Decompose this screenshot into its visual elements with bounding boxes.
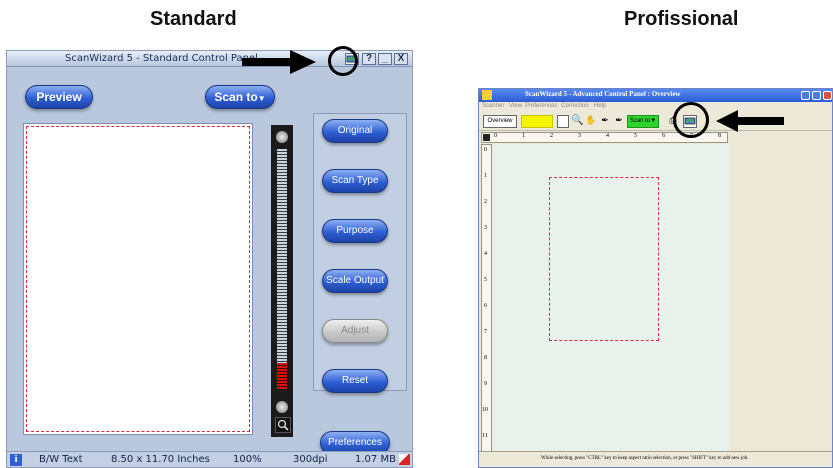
slider-level — [277, 363, 287, 389]
status-bar: i B/W Text 8.50 x 11.70 Inches 100% 300d… — [7, 451, 412, 467]
ruler-unit-icon[interactable] — [483, 134, 490, 141]
title-bar: ScanWizard 5 - Advanced Control Panel : … — [479, 89, 832, 102]
status-hint: While selecting, press "CTRL" key to kee… — [541, 456, 749, 461]
hand-icon[interactable]: ✋ — [585, 115, 597, 128]
vruler-num: 1 — [484, 173, 487, 179]
window-title: ScanWizard 5 - Advanced Control Panel : … — [525, 90, 681, 98]
scale-output-button[interactable]: Scale Output — [322, 269, 388, 293]
minimize-button[interactable]: _ — [378, 53, 392, 65]
scan-type-button[interactable]: Scan Type — [322, 169, 388, 193]
select-frame-icon[interactable] — [557, 115, 569, 128]
help-button[interactable]: ? — [362, 53, 376, 65]
menu-scanner[interactable]: Scanner — [482, 103, 504, 109]
scan-area-selection[interactable] — [26, 126, 250, 432]
arrow-annotation — [242, 58, 294, 66]
chevron-down-icon: ▼ — [650, 118, 657, 124]
scan-to-label: Scan to — [629, 118, 651, 124]
pencil-icon[interactable]: ✒ — [613, 115, 625, 128]
ruler-num: 1 — [522, 133, 525, 139]
professional-heading: Profissional — [624, 8, 739, 30]
vruler-num: 3 — [484, 225, 487, 231]
ruler-num: 6 — [662, 133, 665, 139]
vruler-num: 0 — [484, 147, 487, 153]
vruler-num: 2 — [484, 199, 487, 205]
advanced-control-panel: ScanWizard 5 - Advanced Control Panel : … — [478, 88, 833, 468]
scan-to-button[interactable]: Scan to▼ — [205, 85, 275, 109]
preview-area[interactable] — [23, 123, 253, 435]
vertical-ruler: 0 1 2 3 4 5 6 7 8 9 10 11 — [481, 144, 492, 452]
menu-bar: Scanner View Preferences Correction Help — [479, 102, 832, 111]
ruler-num: 3 — [578, 133, 581, 139]
status-bar: While selecting, press "CTRL" key to kee… — [479, 451, 832, 467]
status-file-size: 1.07 MB — [355, 454, 396, 465]
menu-help[interactable]: Help — [594, 103, 606, 109]
zoom-slider[interactable] — [271, 125, 293, 437]
ruler-num: 2 — [550, 133, 553, 139]
purpose-button[interactable]: Purpose — [322, 219, 388, 243]
preview-canvas[interactable] — [493, 144, 729, 452]
chevron-down-icon: ▼ — [257, 94, 266, 103]
overview-button[interactable]: Overview — [483, 115, 517, 128]
arrow-annotation — [736, 117, 784, 125]
maximize-button[interactable] — [812, 91, 821, 100]
highlight-circle — [328, 46, 358, 76]
prescan-button[interactable] — [521, 115, 553, 128]
ruler-num: 8 — [718, 133, 721, 139]
ruler-num: 5 — [634, 133, 637, 139]
ruler-num: 4 — [606, 133, 609, 139]
status-size: 8.50 x 11.70 Inches — [111, 454, 210, 465]
minimize-button[interactable] — [801, 91, 810, 100]
menu-view[interactable]: View — [509, 103, 522, 109]
standard-control-panel: ScanWizard 5 - Standard Control Panel ? … — [6, 50, 413, 468]
vruler-num: 8 — [484, 355, 487, 361]
menu-preferences[interactable]: Preferences — [525, 103, 557, 109]
resize-grip-icon[interactable] — [399, 454, 410, 465]
vruler-num: 10 — [482, 407, 488, 413]
preview-button[interactable]: Preview — [25, 85, 93, 109]
zoom-icon[interactable]: 🔍 — [571, 115, 583, 128]
vruler-num: 11 — [482, 433, 488, 439]
magnifier-icon[interactable] — [275, 417, 291, 433]
vruler-num: 6 — [484, 303, 487, 309]
arrow-head-icon — [716, 110, 738, 132]
ruler-num: 0 — [494, 133, 497, 139]
status-scan-type: B/W Text — [39, 454, 83, 465]
app-icon — [482, 90, 492, 100]
info-icon[interactable]: i — [10, 454, 22, 466]
menu-correction[interactable]: Correction — [561, 103, 589, 109]
status-dpi: 300dpi — [293, 454, 328, 465]
eyedropper-icon[interactable]: ✒ — [599, 115, 611, 128]
close-button[interactable] — [823, 91, 832, 100]
slider-bottom-knob[interactable] — [276, 401, 288, 413]
close-button[interactable]: X — [394, 53, 408, 65]
slider-track — [277, 149, 287, 389]
status-zoom: 100% — [233, 454, 262, 465]
reset-button[interactable]: Reset — [322, 369, 388, 393]
scan-to-label: Scan to — [214, 90, 258, 104]
highlight-circle — [673, 102, 709, 138]
standard-heading: Standard — [150, 8, 237, 30]
vruler-num: 4 — [484, 251, 487, 257]
vruler-num: 7 — [484, 329, 487, 335]
scan-to-button[interactable]: Scan to▼ — [627, 115, 659, 128]
vruler-num: 5 — [484, 277, 487, 283]
slider-top-knob[interactable] — [276, 131, 288, 143]
scan-area-selection[interactable] — [549, 177, 659, 341]
vruler-num: 9 — [484, 381, 487, 387]
original-button[interactable]: Original — [322, 119, 388, 143]
arrow-head-icon — [290, 50, 316, 74]
settings-panel — [313, 113, 407, 391]
adjust-button[interactable]: Adjust — [322, 319, 388, 343]
window-title: ScanWizard 5 - Standard Control Panel — [65, 53, 258, 64]
